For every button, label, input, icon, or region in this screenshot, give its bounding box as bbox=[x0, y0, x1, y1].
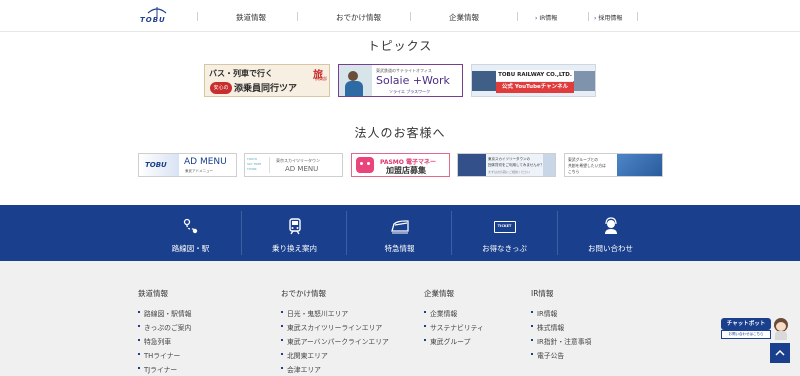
limited-express-icon bbox=[390, 220, 409, 234]
quick-nav-label: 特急情報 bbox=[384, 244, 415, 253]
chevron-right-icon: › bbox=[535, 15, 538, 22]
quick-nav-route-map[interactable]: 路線図・駅 bbox=[138, 205, 243, 261]
chatbot-button[interactable]: チャットボット お問い合わせはこちら bbox=[721, 318, 771, 340]
skytree-ad-main: AD MENU bbox=[285, 165, 319, 173]
youtube-line1: TOBU RAILWAY CO.,LTD. bbox=[496, 70, 574, 81]
footer-heading-outing: おでかけ情報 bbox=[281, 289, 326, 298]
quick-nav-contact[interactable]: お問い合わせ bbox=[558, 205, 663, 261]
train-photo bbox=[472, 71, 496, 91]
ad-menu-sub: 東武アドメニュー bbox=[185, 169, 213, 173]
quick-nav-label: お問い合わせ bbox=[588, 244, 633, 253]
train-icon bbox=[288, 218, 301, 235]
quick-nav-label: 乗り換え案内 bbox=[272, 244, 317, 253]
corp-banner-skytree-ad[interactable]: TOKYO SKY TREE TOWN. 東京スカイツリータウン AD MENU bbox=[244, 153, 343, 177]
site-header: TOBU 鉄道情報 おでかけ情報 企業情報 › IR情報 › 採用情報 bbox=[0, 0, 800, 32]
tour-accent-sub: 倶楽部 bbox=[315, 76, 327, 81]
tour-line2: 添乗員同行ツア bbox=[234, 84, 298, 94]
chatbot-mascot-icon[interactable] bbox=[772, 318, 790, 340]
footer-heading-ir: IR情報 bbox=[531, 289, 554, 298]
nav-separator bbox=[588, 12, 589, 21]
solaie-photo bbox=[339, 65, 372, 96]
footer-link[interactable]: 特急列車 bbox=[138, 336, 171, 346]
topic-banner-tour[interactable]: バス・列車で行く 安心の 添乗員同行ツア 旅 倶楽部 bbox=[204, 64, 330, 97]
skytree-ad-pre: 東京スカイツリータウン bbox=[276, 158, 320, 163]
chevron-up-icon bbox=[775, 349, 785, 356]
chevron-right-icon: › bbox=[594, 15, 597, 22]
charter-line2: 団体貸切をご利用してみませんか？ bbox=[488, 163, 544, 167]
nav-railway[interactable]: 鉄道情報 bbox=[236, 12, 266, 23]
logo-text: TOBU bbox=[140, 16, 166, 24]
quick-nav-limited-express[interactable]: 特急情報 bbox=[347, 205, 452, 261]
tour-badge: 安心の bbox=[210, 82, 232, 94]
ad-menu-brand: TOBU bbox=[145, 161, 167, 169]
skytree-town-logo: TOKYO SKY TREE TOWN. bbox=[247, 157, 270, 173]
train-photo-right bbox=[573, 71, 595, 91]
site-footer: 鉄道情報 路線図・駅情報 きっぷのご案内 特急列車 THライナー TJライナー … bbox=[0, 261, 800, 376]
footer-link[interactable]: 日光・鬼怒川エリア bbox=[281, 308, 348, 318]
footer-link[interactable]: 東武スカイツリーラインエリア bbox=[281, 322, 382, 332]
nav-outing[interactable]: おでかけ情報 bbox=[336, 12, 381, 23]
footer-link[interactable]: 路線図・駅情報 bbox=[138, 308, 192, 318]
footer-link[interactable]: 株式情報 bbox=[531, 322, 564, 332]
footer-link[interactable]: 東武グループ bbox=[424, 336, 470, 346]
quick-nav-band: 路線図・駅 乗り換え案内 特急情報 TICKET お得なきっぷ お問い合わせ bbox=[0, 205, 800, 261]
quick-nav-tickets[interactable]: TICKET お得なきっぷ bbox=[452, 205, 557, 261]
solaie-sub: ソライエ プラスワーク bbox=[389, 89, 431, 94]
corporate-title: 法人のお客様へ bbox=[354, 126, 446, 140]
ad-menu-main: AD MENU bbox=[184, 157, 227, 167]
tobu-logo[interactable]: TOBU bbox=[140, 7, 174, 27]
quick-nav-transfer[interactable]: 乗り換え案内 bbox=[242, 205, 347, 261]
charter-line3: まずはお気軽にご相談ください bbox=[488, 170, 530, 174]
pasmo-robot-icon bbox=[356, 157, 374, 173]
footer-link[interactable]: きっぷのご案内 bbox=[138, 322, 191, 332]
nav-separator bbox=[410, 12, 411, 21]
pasmo-line2: 加盟店募集 bbox=[386, 166, 426, 175]
nav-recruit[interactable]: › 採用情報 bbox=[594, 13, 622, 22]
nav-separator bbox=[637, 12, 638, 21]
topic-banner-youtube[interactable]: TOBU RAILWAY CO.,LTD. 公式 YouTubeチャンネル bbox=[471, 64, 596, 97]
footer-link[interactable]: サステナビリティ bbox=[424, 322, 484, 332]
footer-link[interactable]: 北関東エリア bbox=[281, 350, 328, 360]
footer-link[interactable]: IR情報 bbox=[531, 308, 557, 318]
nav-recruit-label: 採用情報 bbox=[598, 15, 623, 22]
corp-banner-pasmo[interactable]: PASMO 電子マネー 加盟店募集 bbox=[351, 153, 450, 177]
footer-link[interactable]: 電子公告 bbox=[531, 350, 564, 360]
scroll-to-top-button[interactable] bbox=[770, 343, 790, 363]
cocreation-photo bbox=[617, 154, 662, 176]
nav-corporate[interactable]: 企業情報 bbox=[449, 12, 479, 23]
nav-ir[interactable]: › IR情報 bbox=[535, 13, 557, 22]
footer-link[interactable]: 会津エリア bbox=[281, 364, 321, 374]
footer-link[interactable]: THライナー bbox=[138, 350, 180, 360]
ticket-icon: TICKET bbox=[493, 221, 516, 233]
quick-nav-label: お得なきっぷ bbox=[482, 244, 527, 253]
topics-title: トピックス bbox=[367, 39, 433, 53]
corp-banner-ad-menu[interactable]: TOBU AD MENU 東武アドメニュー bbox=[138, 153, 237, 177]
footer-link[interactable]: 企業情報 bbox=[424, 308, 457, 318]
charter-line1: 東京スカイツリータウンの bbox=[488, 157, 530, 161]
youtube-line2: 公式 YouTubeチャンネル bbox=[496, 82, 574, 93]
quick-nav-label: 路線図・駅 bbox=[171, 244, 210, 253]
nav-separator bbox=[197, 12, 198, 21]
skytree-night-photo bbox=[458, 154, 486, 176]
operator-icon bbox=[604, 217, 617, 234]
footer-heading-corporate: 企業情報 bbox=[424, 289, 454, 298]
footer-link[interactable]: 東武アーバンパークラインエリア bbox=[281, 336, 389, 346]
solaie-main: Solaie +Work bbox=[376, 74, 450, 87]
tour-line1: バス・列車で行く bbox=[209, 69, 273, 78]
footer-link[interactable]: TJライナー bbox=[138, 364, 177, 374]
chatbot-title: チャットボット bbox=[721, 318, 771, 330]
chatbot-sub: お問い合わせはこちら bbox=[721, 330, 771, 339]
corp-banner-cocreation[interactable]: 東武グループとの 共創を希望したい方は こちら bbox=[564, 153, 663, 177]
skytree-photo-right bbox=[543, 154, 555, 176]
page: TOBU 鉄道情報 おでかけ情報 企業情報 › IR情報 › 採用情報 トピック… bbox=[0, 0, 800, 376]
nav-ir-label: IR情報 bbox=[539, 15, 558, 22]
footer-link[interactable]: IR指針・注意事項 bbox=[531, 336, 591, 346]
nav-separator bbox=[297, 12, 298, 21]
nav-separator bbox=[517, 12, 518, 21]
cocreation-line3: こちら bbox=[568, 169, 580, 174]
corp-banner-skytree-charter[interactable]: 東京スカイツリータウンの 団体貸切をご利用してみませんか？ まずはお気軽にご相談… bbox=[457, 153, 556, 177]
route-map-icon bbox=[183, 218, 197, 234]
footer-heading-railway: 鉄道情報 bbox=[138, 289, 168, 298]
topic-banner-solaie[interactable]: 東武鉄道のサテライトオフィス Solaie +Work ソライエ プラスワーク bbox=[338, 64, 463, 97]
